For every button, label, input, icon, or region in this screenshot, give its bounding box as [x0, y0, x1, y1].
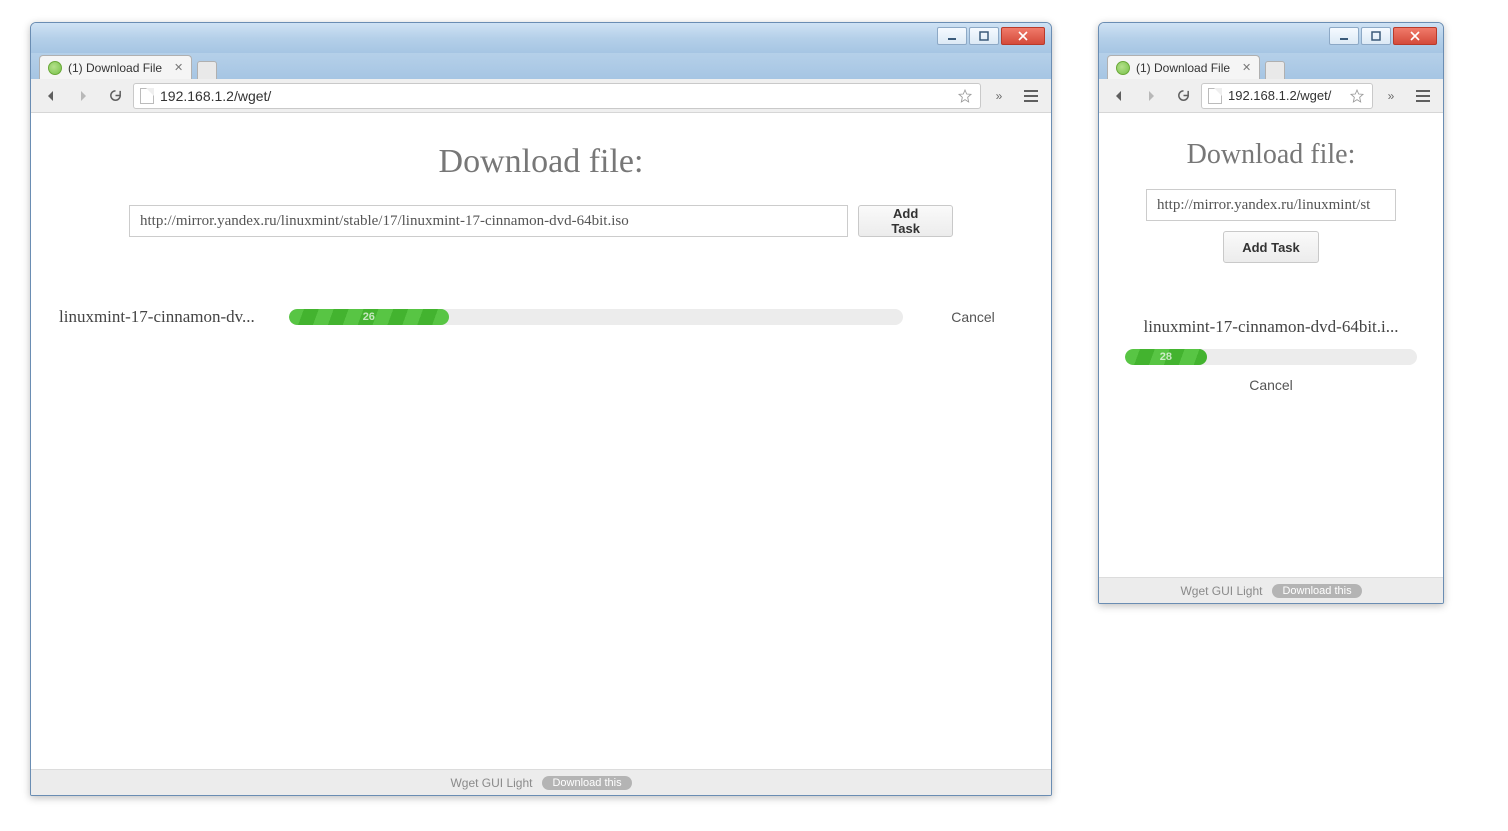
tab-title: (1) Download File — [68, 61, 162, 75]
task-filename: linuxmint-17-cinnamon-dv... — [59, 307, 269, 327]
reload-button[interactable] — [101, 83, 129, 109]
tab-title: (1) Download File — [1136, 61, 1230, 75]
footer-download-this-button[interactable]: Download this — [542, 776, 631, 790]
footer: Wget GUI Light Download this — [1099, 577, 1443, 603]
task-list: linuxmint-17-cinnamon-dv... 26 Cancel — [49, 307, 1033, 327]
reload-button[interactable] — [1169, 83, 1197, 109]
progress-bar: 28 — [1125, 349, 1417, 365]
window-buttons — [937, 27, 1045, 45]
minimize-button[interactable] — [937, 27, 967, 45]
minimize-button[interactable] — [1329, 27, 1359, 45]
address-bar[interactable] — [1201, 83, 1373, 109]
back-button[interactable] — [1105, 83, 1133, 109]
window-titlebar — [31, 23, 1051, 53]
page-icon — [1208, 88, 1222, 104]
add-task-row: Add Task — [1117, 189, 1425, 263]
address-input[interactable] — [1228, 88, 1342, 103]
new-tab-button[interactable] — [1265, 61, 1285, 79]
browser-toolbar: » — [1099, 79, 1443, 113]
hamburger-icon — [1024, 90, 1038, 102]
back-button[interactable] — [37, 83, 65, 109]
progress-percent-label: 28 — [1160, 351, 1172, 363]
close-button[interactable] — [1393, 27, 1437, 45]
close-button[interactable] — [1001, 27, 1045, 45]
page-title: Download file: — [49, 143, 1033, 181]
overflow-button[interactable]: » — [1377, 83, 1405, 109]
maximize-button[interactable] — [1361, 27, 1391, 45]
bookmark-star-icon[interactable] — [956, 87, 974, 105]
footer-text: Wget GUI Light — [450, 776, 532, 790]
progress-fill: 26 — [289, 309, 449, 325]
cancel-button[interactable]: Cancel — [923, 309, 1023, 325]
hamburger-icon — [1416, 90, 1430, 102]
page-icon — [140, 88, 154, 104]
menu-button[interactable] — [1409, 83, 1437, 109]
favicon-icon — [1116, 61, 1130, 75]
task-filename: linuxmint-17-cinnamon-dvd-64bit.i... — [1125, 317, 1417, 337]
forward-button[interactable] — [69, 83, 97, 109]
address-bar[interactable] — [133, 83, 981, 109]
footer-download-this-button[interactable]: Download this — [1272, 584, 1361, 598]
overflow-button[interactable]: » — [985, 83, 1013, 109]
progress-bar: 26 — [289, 309, 903, 325]
task-list: linuxmint-17-cinnamon-dvd-64bit.i... 28 … — [1117, 317, 1425, 393]
browser-tab[interactable]: (1) Download File ✕ — [39, 55, 192, 79]
browser-tab[interactable]: (1) Download File ✕ — [1107, 55, 1260, 79]
window-titlebar — [1099, 23, 1443, 53]
window-buttons — [1329, 27, 1437, 45]
maximize-button[interactable] — [969, 27, 999, 45]
page-title: Download file: — [1117, 139, 1425, 171]
tab-close-icon[interactable]: ✕ — [174, 61, 183, 74]
cancel-button[interactable]: Cancel — [1249, 377, 1293, 393]
add-task-button[interactable]: Add Task — [1223, 231, 1319, 263]
forward-button[interactable] — [1137, 83, 1165, 109]
task-row: linuxmint-17-cinnamon-dvd-64bit.i... 28 … — [1125, 317, 1417, 393]
new-tab-button[interactable] — [197, 61, 217, 79]
bookmark-star-icon[interactable] — [1348, 87, 1366, 105]
address-input[interactable] — [160, 88, 950, 104]
footer: Wget GUI Light Download this — [31, 769, 1051, 795]
add-task-row: Add Task — [49, 205, 1033, 237]
favicon-icon — [48, 61, 62, 75]
progress-fill: 28 — [1125, 349, 1207, 365]
tab-strip: (1) Download File ✕ — [1099, 53, 1443, 79]
tab-strip: (1) Download File ✕ — [31, 53, 1051, 79]
tab-close-icon[interactable]: ✕ — [1242, 61, 1251, 74]
download-url-input[interactable] — [1146, 189, 1396, 221]
browser-window-narrow: (1) Download File ✕ » Download file: Add… — [1098, 22, 1444, 604]
page-content: Download file: Add Task linuxmint-17-cin… — [1099, 113, 1443, 577]
menu-button[interactable] — [1017, 83, 1045, 109]
task-row: linuxmint-17-cinnamon-dv... 26 Cancel — [49, 307, 1033, 327]
download-url-input[interactable] — [129, 205, 848, 237]
add-task-button[interactable]: Add Task — [858, 205, 953, 237]
progress-percent-label: 26 — [363, 311, 375, 323]
footer-text: Wget GUI Light — [1180, 584, 1262, 598]
browser-window-wide: (1) Download File ✕ » Download file: Add… — [30, 22, 1052, 796]
browser-toolbar: » — [31, 79, 1051, 113]
page-content: Download file: Add Task linuxmint-17-cin… — [31, 113, 1051, 769]
